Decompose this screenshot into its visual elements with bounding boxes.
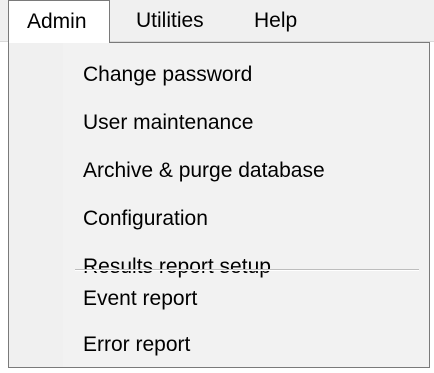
menu-utilities[interactable]: Utilities <box>136 0 204 42</box>
menu-item-error-report[interactable]: Error report <box>9 321 429 369</box>
menu-help[interactable]: Help <box>254 0 297 42</box>
menu-item-configuration[interactable]: Configuration <box>9 195 429 243</box>
menu-item-archive-purge-database[interactable]: Archive & purge database <box>9 147 429 195</box>
menu-bar: Admin Utilities Help <box>0 0 434 43</box>
menu-separator <box>75 269 419 271</box>
menu-item-user-maintenance[interactable]: User maintenance <box>9 99 429 147</box>
admin-dropdown-menu: Change password User maintenance Archive… <box>8 42 430 368</box>
menu-item-change-password[interactable]: Change password <box>9 51 429 99</box>
menu-admin[interactable]: Admin <box>8 0 110 43</box>
menu-item-event-report[interactable]: Event report <box>9 275 429 323</box>
app-window: Admin Utilities Help Change password Use… <box>0 0 434 373</box>
